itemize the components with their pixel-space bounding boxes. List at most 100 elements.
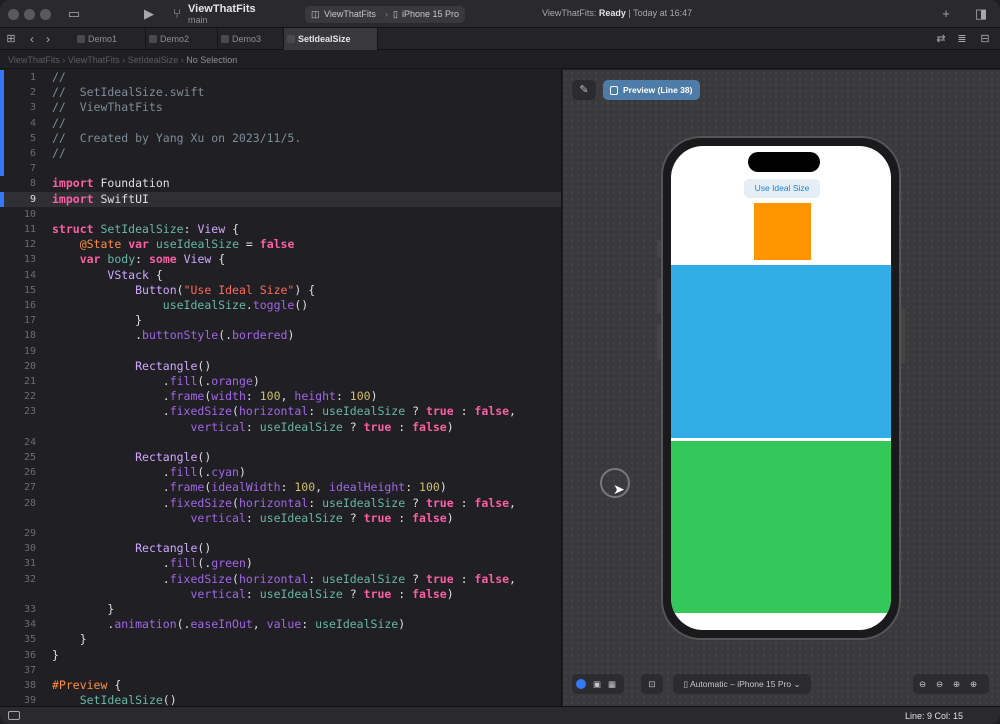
code-line[interactable]: 19	[0, 344, 561, 359]
code-text[interactable]: }	[52, 632, 87, 647]
code-text[interactable]: // ViewThatFits	[52, 100, 163, 115]
code-line[interactable]: 30 Rectangle()	[0, 541, 561, 556]
code-line[interactable]: 16 useIdealSize.toggle()	[0, 298, 561, 313]
breadcrumb[interactable]: ViewThatFits › ViewThatFits › SetIdealSi…	[0, 51, 1000, 69]
code-line[interactable]: 34 .animation(.easeInOut, value: useIdea…	[0, 617, 561, 632]
code-line[interactable]: 12 @State var useIdealSize = false	[0, 237, 561, 252]
code-text[interactable]: .buttonStyle(.bordered)	[52, 328, 294, 343]
code-line[interactable]: vertical: useIdealSize ? true : false)	[0, 420, 561, 435]
device-settings-icon[interactable]: ⊡	[641, 674, 663, 694]
editor-options-icon[interactable]: ≣	[955, 30, 969, 48]
selectable-mode-icon[interactable]: ▣	[593, 674, 601, 694]
code-line[interactable]: 7	[0, 161, 561, 176]
zoom-window-button[interactable]	[40, 9, 51, 20]
code-text[interactable]: .frame(idealWidth: 100, idealHeight: 100…	[52, 480, 447, 495]
tab-setidealsize[interactable]: SetIdealSize	[284, 28, 378, 50]
code-text[interactable]: useIdealSize.toggle()	[52, 298, 308, 313]
code-line[interactable]: 36}	[0, 648, 561, 663]
code-line[interactable]: 29	[0, 526, 561, 541]
code-line[interactable]: 17 }	[0, 313, 561, 328]
code-text[interactable]: .frame(width: 100, height: 100)	[52, 389, 378, 404]
minimize-window-button[interactable]	[24, 9, 35, 20]
code-line[interactable]: 9 import SwiftUI	[0, 191, 561, 207]
zoom-out-icon[interactable]: ⊖	[919, 674, 926, 694]
code-text[interactable]: import Foundation	[52, 176, 170, 191]
code-line[interactable]: 3 // ViewThatFits	[0, 100, 561, 115]
use-ideal-size-button[interactable]: Use Ideal Size	[744, 179, 820, 198]
code-text[interactable]: var body: some View {	[52, 252, 225, 267]
code-line[interactable]: 38 #Preview {	[0, 678, 561, 693]
code-line[interactable]: 31 .fill(.green)	[0, 556, 561, 571]
related-items-icon[interactable]: ⇄	[934, 30, 948, 48]
code-line[interactable]: 10	[0, 207, 561, 222]
code-line[interactable]: 32 .fixedSize(horizontal: useIdealSize ?…	[0, 572, 561, 587]
code-line[interactable]: 23 .fixedSize(horizontal: useIdealSize ?…	[0, 404, 561, 419]
forward-icon[interactable]: ›	[42, 30, 54, 48]
tab-demo3[interactable]: Demo3	[218, 28, 284, 50]
code-text[interactable]: .fixedSize(horizontal: useIdealSize ? tr…	[52, 572, 516, 587]
code-line[interactable]: vertical: useIdealSize ? true : false)	[0, 511, 561, 526]
code-line[interactable]: 14 VStack {	[0, 268, 561, 283]
pin-icon[interactable]: ✎	[572, 80, 596, 100]
code-text[interactable]: struct SetIdealSize: View {	[52, 222, 239, 237]
code-text[interactable]: @State var useIdealSize = false	[52, 237, 295, 252]
code-line[interactable]: 25 Rectangle()	[0, 450, 561, 465]
debug-area-icon[interactable]	[8, 711, 20, 720]
code-line[interactable]: 5 // Created by Yang Xu on 2023/11/5.	[0, 131, 561, 146]
live-mode-icon[interactable]	[576, 679, 586, 689]
code-line[interactable]: 15 Button("Use Ideal Size") {	[0, 283, 561, 298]
tab-demo1[interactable]: Demo1	[74, 28, 146, 50]
code-text[interactable]: Button("Use Ideal Size") {	[52, 283, 315, 298]
inspector-toggle-icon[interactable]: ◨	[972, 5, 990, 23]
code-line[interactable]: 24	[0, 435, 561, 450]
code-line[interactable]: 37	[0, 663, 561, 678]
code-line[interactable]: 33 }	[0, 602, 561, 617]
back-icon[interactable]: ‹	[26, 30, 38, 48]
zoom-fit-icon[interactable]: ⊕	[953, 674, 960, 694]
code-text[interactable]: VStack {	[52, 268, 162, 283]
breadcrumb-path[interactable]: ViewThatFits › ViewThatFits › SetIdealSi…	[8, 55, 184, 65]
code-line[interactable]: 4 //	[0, 116, 561, 131]
code-line[interactable]: 2 // SetIdealSize.swift	[0, 85, 561, 100]
scheme-selector[interactable]: ◫ ViewThatFits › ▯ iPhone 15 Pro	[305, 6, 465, 23]
code-line[interactable]: 21 .fill(.orange)	[0, 374, 561, 389]
code-text[interactable]: .fill(.green)	[52, 556, 253, 571]
preview-selector-button[interactable]: Preview (Line 38)	[603, 80, 701, 100]
code-editor[interactable]: 1 // 2 // SetIdealSize.swift 3 // ViewThatFit…	[0, 70, 562, 706]
code-text[interactable]: .fixedSize(horizontal: useIdealSize ? tr…	[52, 404, 516, 419]
zoom-actual-icon[interactable]: ⊖	[936, 674, 943, 694]
code-line[interactable]: 6 //	[0, 146, 561, 161]
zoom-in-icon[interactable]: ⊕	[970, 674, 977, 694]
code-line[interactable]: 13 var body: some View {	[0, 252, 561, 267]
code-text[interactable]: Rectangle()	[52, 541, 211, 556]
code-text[interactable]: .fill(.orange)	[52, 374, 260, 389]
run-icon[interactable]: ▶	[142, 5, 156, 23]
code-text[interactable]: .fill(.cyan)	[52, 465, 246, 480]
code-text[interactable]: Rectangle()	[52, 450, 211, 465]
code-text[interactable]: // Created by Yang Xu on 2023/11/5.	[52, 131, 301, 146]
code-line[interactable]: 22 .frame(width: 100, height: 100)	[0, 389, 561, 404]
code-line[interactable]: 39 SetIdealSize()	[0, 693, 561, 706]
code-text[interactable]: .fixedSize(horizontal: useIdealSize ? tr…	[52, 496, 516, 511]
code-text[interactable]: //	[52, 116, 66, 131]
code-text[interactable]: Rectangle()	[52, 359, 211, 374]
grid-icon[interactable]: ⊞	[4, 30, 18, 48]
code-text[interactable]: //	[52, 70, 66, 85]
variants-icon[interactable]: ▦	[608, 674, 616, 694]
code-text[interactable]: // SetIdealSize.swift	[52, 85, 204, 100]
sidebar-toggle-icon[interactable]: ▭	[65, 5, 83, 23]
code-line[interactable]: vertical: useIdealSize ? true : false)	[0, 587, 561, 602]
device-selector[interactable]: ▯ Automatic – iPhone 15 Pro ⌄	[673, 674, 811, 694]
code-text[interactable]: }	[52, 648, 59, 663]
add-icon[interactable]: +	[938, 5, 954, 23]
code-line[interactable]: 8 import Foundation	[0, 176, 561, 191]
code-text[interactable]: vertical: useIdealSize ? true : false)	[52, 420, 453, 435]
code-text[interactable]: .animation(.easeInOut, value: useIdealSi…	[52, 617, 405, 632]
tab-demo2[interactable]: Demo2	[146, 28, 218, 50]
code-line[interactable]: 35 }	[0, 632, 561, 647]
close-window-button[interactable]	[8, 9, 19, 20]
code-text[interactable]: vertical: useIdealSize ? true : false)	[52, 587, 453, 602]
split-editor-icon[interactable]: ⊟	[977, 30, 993, 48]
code-line[interactable]: 28 .fixedSize(horizontal: useIdealSize ?…	[0, 496, 561, 511]
code-text[interactable]: #Preview {	[52, 678, 121, 693]
